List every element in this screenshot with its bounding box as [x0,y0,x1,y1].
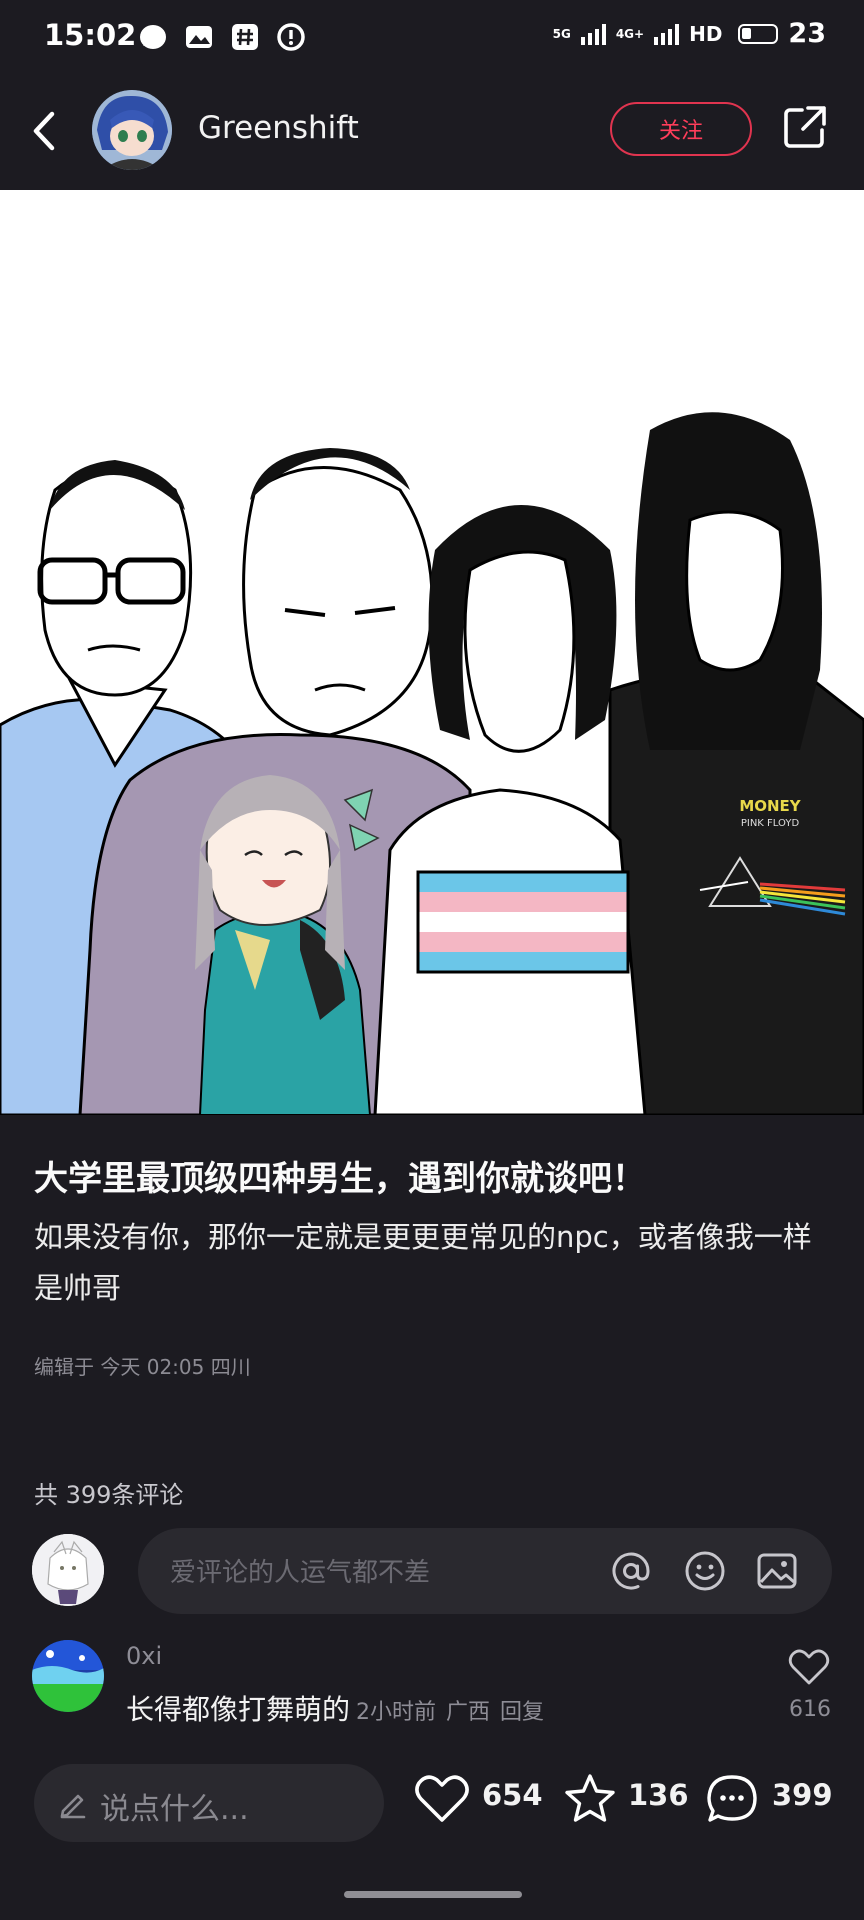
comment-bubble-icon[interactable] [704,1772,760,1826]
comment-text: 长得都像打舞萌的 [126,1693,351,1726]
collect-star-icon[interactable] [562,1772,618,1826]
collect-count: 136 [628,1778,689,1812]
comment-region: 广西 [446,1700,491,1725]
say-something-input[interactable]: 说点什么... [34,1764,384,1842]
post-body: 如果没有你，那你一定就是更更更常见的npc，或者像我一样是帅哥 [34,1220,812,1305]
gallery-icon [186,26,212,48]
post-image[interactable]: MONEY PINK FLOYD [0,190,864,1115]
author-name[interactable]: Greenshift [198,110,359,146]
pencil-icon [60,1794,86,1819]
battery-icon [738,23,779,44]
hashtag-icon [232,24,258,50]
comment-like-count: 616 [789,1697,831,1722]
meme-illustration: MONEY PINK FLOYD [0,190,864,1115]
image-upload-icon[interactable] [754,1548,800,1594]
comment-avatar-image [32,1640,104,1712]
author-avatar[interactable] [92,90,172,170]
shirt-text-money: MONEY [739,797,801,815]
network-5g-label: 5G [552,26,571,41]
comment-avatar[interactable] [32,1640,104,1712]
like-count: 654 [482,1778,543,1812]
signal-icon [580,23,606,45]
comment-username[interactable]: 0xi [126,1642,162,1670]
signal-icon-2 [654,23,680,45]
top-nav-bar: Greenshift 关注 [0,76,864,190]
comment-input-placeholder: 爱评论的人运气都不差 [170,1558,431,1588]
status-notification-icons [138,22,306,52]
shirt-text-pink-floyd: PINK FLOYD [741,818,800,829]
comment-input[interactable]: 爱评论的人运气都不差 [138,1528,832,1614]
hd-voice-label: HD [689,21,723,46]
post-edit-meta: 编辑于 今天 02:05 四川 [34,1355,251,1379]
share-icon[interactable] [782,104,828,150]
comment-time: 2小时前 [356,1700,437,1725]
post-title: 大学里最顶级四种男生，遇到你就谈吧！ [34,1159,646,1199]
alert-icon [277,23,305,51]
comment-count: 共 399条评论 [34,1481,184,1509]
comment-body: 长得都像打舞萌的 2小时前 广西 回复 [126,1688,544,1728]
flag-top [416,870,630,974]
network-4g-label: 4G+ [615,26,645,41]
back-arrow-icon[interactable] [24,106,64,156]
status-bar: 15:02 5G 4G+ HD 23 [0,0,864,76]
follow-button[interactable]: 关注 [610,102,752,156]
my-avatar-image [32,1534,104,1606]
comment-count-bottom: 399 [772,1778,833,1812]
status-time: 15:02 [44,18,137,52]
author-avatar-image [92,90,172,170]
comment-like-icon[interactable] [788,1648,830,1686]
my-avatar [32,1534,104,1606]
battery-level: 23 [788,18,826,49]
comment-reply-button[interactable]: 回复 [500,1700,544,1725]
like-heart-icon[interactable] [414,1772,470,1826]
say-placeholder: 说点什么... [100,1792,249,1827]
emoji-icon[interactable] [682,1548,728,1594]
mention-icon[interactable] [608,1548,654,1594]
home-indicator[interactable] [344,1891,522,1898]
status-right-cluster: 5G 4G+ HD 23 [553,18,826,49]
bottom-action-bar: 说点什么... 654 136 399 [0,1740,864,1864]
chat-bubble-icon [140,25,166,49]
